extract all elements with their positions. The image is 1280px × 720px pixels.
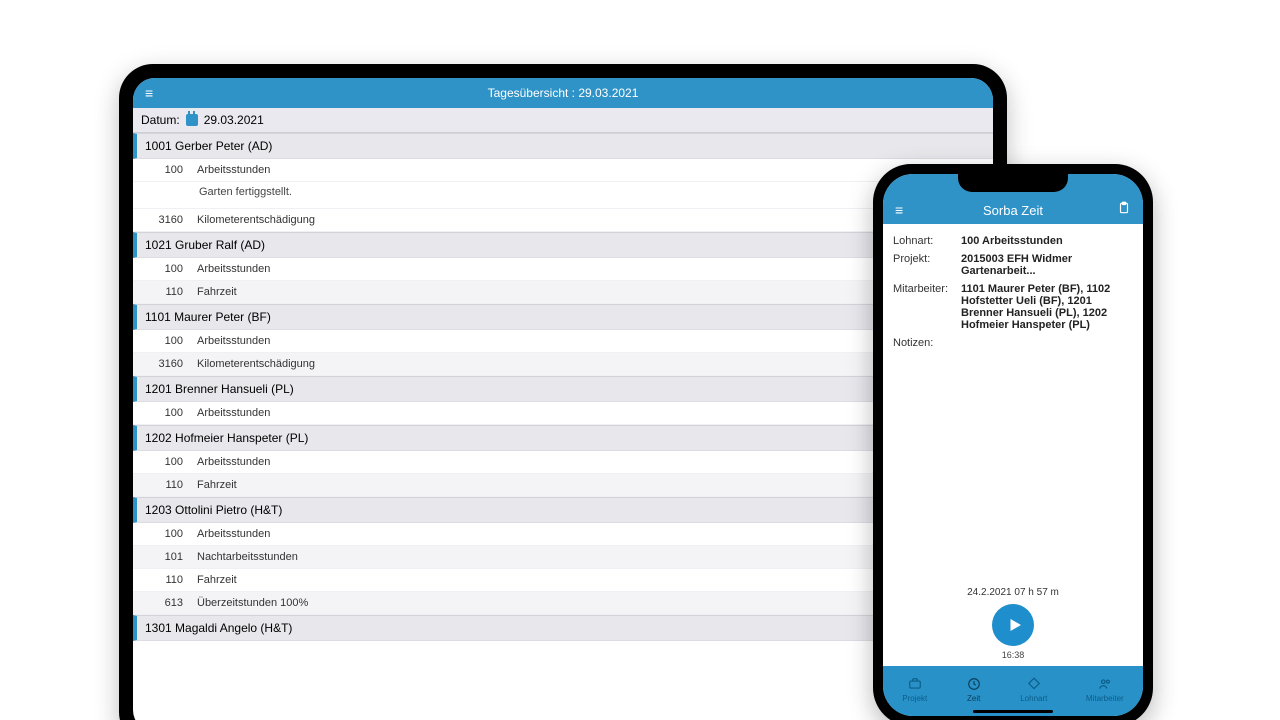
row-code: 100: [149, 164, 183, 176]
field-notizen: Notizen:: [893, 334, 1133, 352]
row-label: Arbeitsstunden: [197, 407, 270, 419]
field-projekt: Projekt: 2015003 EFH Widmer Gartenarbeit…: [893, 250, 1133, 280]
employee-header[interactable]: 1301 Magaldi Angelo (H&T): [133, 615, 993, 641]
phone-title: Sorba Zeit: [983, 203, 1043, 218]
tablet-screen: ≡ Tagesübersicht : 29.03.2021 Datum: 29.…: [133, 78, 993, 720]
employee-header[interactable]: 1203 Ottolini Pietro (H&T): [133, 497, 993, 523]
menu-icon[interactable]: ≡: [895, 202, 903, 218]
field-label: Projekt:: [893, 253, 955, 277]
tab-label: Zeit: [967, 694, 980, 703]
tab-label: Mitarbeiter: [1086, 694, 1124, 703]
field-value: [961, 337, 1133, 349]
field-value: 2015003 EFH Widmer Gartenarbeit...: [961, 253, 1133, 277]
row-code: 3160: [149, 358, 183, 370]
row-label: Arbeitsstunden: [197, 456, 270, 468]
time-row[interactable]: 3160 Kilometerentschädigung: [133, 209, 993, 232]
tab-label: Projekt: [902, 694, 927, 703]
page-title: Tagesübersicht : 29.03.2021: [488, 86, 639, 100]
row-label: Kilometerentschädigung: [197, 358, 315, 370]
phone-screen: ≡ Sorba Zeit Lohnart: 100 Arbeitsstunden…: [883, 174, 1143, 716]
tab-zeit[interactable]: Zeit: [966, 676, 982, 703]
row-code: 613: [149, 597, 183, 609]
timestamp: 24.2.2021 07 h 57 m: [893, 587, 1133, 598]
date-label: Datum:: [141, 113, 180, 127]
time-row[interactable]: 101 Nachtarbeitsstunden: [133, 546, 993, 569]
row-label: Fahrzeit: [197, 479, 237, 491]
row-label: Arbeitsstunden: [197, 164, 270, 176]
employee-header[interactable]: 1001 Gerber Peter (AD): [133, 133, 993, 159]
time-row[interactable]: 100 Arbeitsstunden: [133, 451, 993, 474]
row-label: Arbeitsstunden: [197, 335, 270, 347]
row-code: 110: [149, 479, 183, 491]
row-code: 100: [149, 456, 183, 468]
row-label: Fahrzeit: [197, 574, 237, 586]
field-label: Mitarbeiter:: [893, 283, 955, 331]
row-code: 100: [149, 335, 183, 347]
employee-list: 1001 Gerber Peter (AD) 100 Arbeitsstunden G…: [133, 133, 993, 720]
field-label: Lohnart:: [893, 235, 955, 247]
row-label: Fahrzeit: [197, 286, 237, 298]
field-lohnart: Lohnart: 100 Arbeitsstunden: [893, 232, 1133, 250]
time-row[interactable]: 110 Fahrzeit: [133, 569, 993, 592]
calendar-icon: [186, 114, 198, 126]
row-code: 110: [149, 574, 183, 586]
time-row[interactable]: 110 Fahrzeit: [133, 474, 993, 497]
field-value: 1101 Maurer Peter (BF), 1102 Hofstetter …: [961, 283, 1133, 331]
tab-mitarbeiter[interactable]: Mitarbeiter: [1086, 676, 1124, 703]
time-row[interactable]: 100 Arbeitsstunden: [133, 330, 993, 353]
phone-notch: [958, 174, 1068, 192]
row-code: 100: [149, 528, 183, 540]
tag-icon: [1026, 676, 1042, 692]
clock-icon: [966, 676, 982, 692]
clipboard-icon[interactable]: [1117, 201, 1131, 218]
row-label: Arbeitsstunden: [197, 528, 270, 540]
phone-body: Lohnart: 100 Arbeitsstunden Projekt: 201…: [883, 224, 1143, 666]
date-value: 29.03.2021: [204, 113, 264, 127]
row-code: 110: [149, 286, 183, 298]
time-row[interactable]: 100 Arbeitsstunden: [133, 159, 993, 182]
field-value: 100 Arbeitsstunden: [961, 235, 1133, 247]
row-label: Kilometerentschädigung: [197, 214, 315, 226]
tablet-header: ≡ Tagesübersicht : 29.03.2021: [133, 78, 993, 108]
clock: 16:38: [893, 650, 1133, 660]
home-indicator[interactable]: [973, 710, 1053, 713]
field-mitarbeiter: Mitarbeiter: 1101 Maurer Peter (BF), 110…: [893, 280, 1133, 334]
tab-lohnart[interactable]: Lohnart: [1020, 676, 1047, 703]
row-code: 100: [149, 263, 183, 275]
time-row[interactable]: 613 Überzeitstunden 100%: [133, 592, 993, 615]
phone-device: ≡ Sorba Zeit Lohnart: 100 Arbeitsstunden…: [873, 164, 1153, 720]
play-button[interactable]: [992, 604, 1034, 646]
time-row[interactable]: 110 Fahrzeit: [133, 281, 993, 304]
briefcase-icon: [907, 676, 923, 692]
row-code: 101: [149, 551, 183, 563]
field-label: Notizen:: [893, 337, 955, 349]
employee-header[interactable]: 1021 Gruber Ralf (AD): [133, 232, 993, 258]
row-note: Garten fertiggstellt.: [133, 182, 993, 209]
row-label: Überzeitstunden 100%: [197, 597, 308, 609]
date-bar[interactable]: Datum: 29.03.2021: [133, 108, 993, 133]
row-label: Arbeitsstunden: [197, 263, 270, 275]
time-row[interactable]: 100 Arbeitsstunden: [133, 523, 993, 546]
time-row[interactable]: 100 Arbeitsstunden: [133, 258, 993, 281]
time-row[interactable]: 3160 Kilometerentschädigung: [133, 353, 993, 376]
tab-projekt[interactable]: Projekt: [902, 676, 927, 703]
time-row[interactable]: 100 Arbeitsstunden: [133, 402, 993, 425]
people-icon: [1097, 676, 1113, 692]
row-label: Nachtarbeitsstunden: [197, 551, 298, 563]
menu-icon[interactable]: ≡: [145, 78, 153, 108]
employee-header[interactable]: 1101 Maurer Peter (BF): [133, 304, 993, 330]
row-code: 100: [149, 407, 183, 419]
tab-bar: Projekt Zeit Lohnart Mitarbeiter: [883, 666, 1143, 716]
employee-header[interactable]: 1202 Hofmeier Hanspeter (PL): [133, 425, 993, 451]
employee-header[interactable]: 1201 Brenner Hansueli (PL): [133, 376, 993, 402]
row-code: 3160: [149, 214, 183, 226]
tab-label: Lohnart: [1020, 694, 1047, 703]
